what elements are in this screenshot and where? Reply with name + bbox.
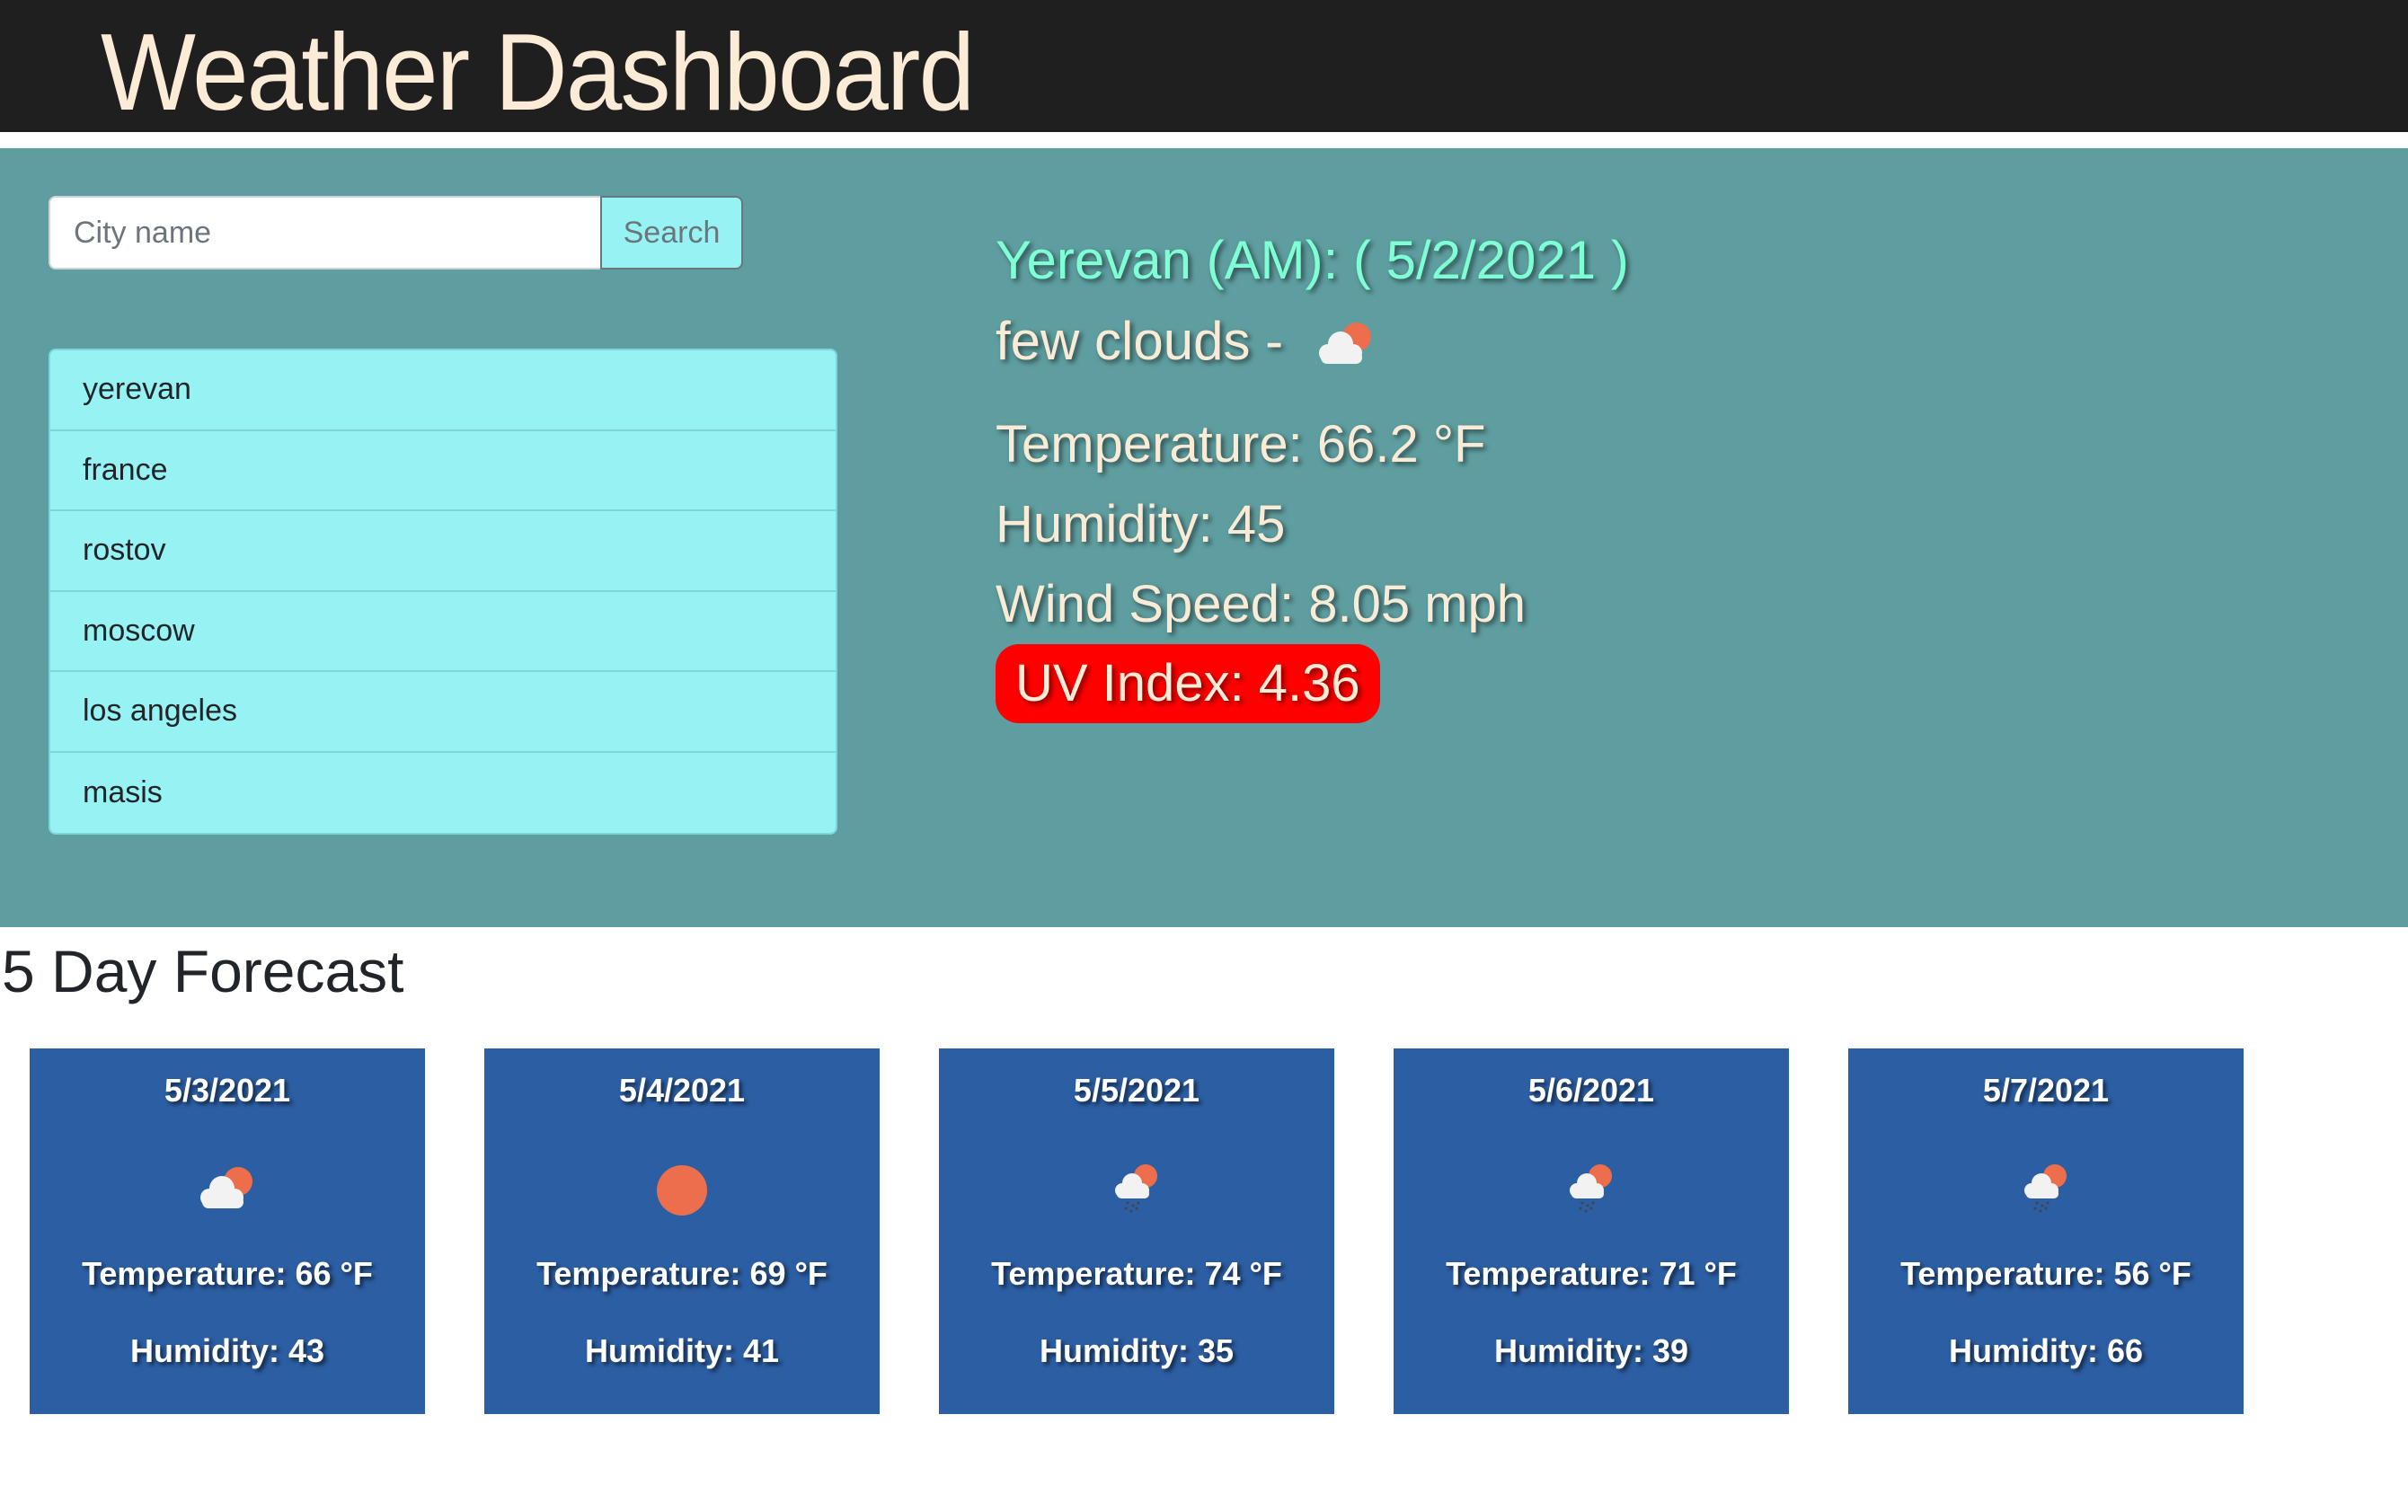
app-header: Weather Dashboard [0, 0, 2408, 133]
light-rain-icon [1555, 1156, 1627, 1219]
main-panel: Search yerevan france rostov moscow los … [0, 148, 2408, 927]
forecast-card: 5/6/2021 Temperature: 71 °F Humidity: 39 [1394, 1048, 1789, 1414]
city-heading: Yerevan (AM): ( 5/2/2021 ) [996, 230, 1629, 290]
condition-line: few clouds - [996, 310, 1629, 404]
forecast-temperature: Temperature: 71 °F [1446, 1255, 1737, 1292]
forecast-date: 5/3/2021 [164, 1072, 291, 1109]
forecast-date: 5/6/2021 [1527, 1072, 1655, 1109]
history-item[interactable]: rostov [50, 511, 836, 592]
forecast-humidity: Humidity: 43 [129, 1332, 325, 1369]
forecast-temperature: Temperature: 66 °F [82, 1255, 373, 1292]
search-button[interactable]: Search [600, 196, 743, 270]
current-wind-speed: Wind Speed: 8.05 mph [996, 575, 1527, 633]
forecast-temperature: Temperature: 69 °F [536, 1255, 828, 1292]
current-weather: Yerevan (AM): ( 5/2/2021 ) few clouds - … [996, 229, 1629, 723]
forecast-humidity: Humidity: 41 [584, 1332, 780, 1369]
light-rain-icon [1101, 1156, 1173, 1219]
history-item[interactable]: masis [50, 753, 836, 834]
forecast-date: 5/5/2021 [1073, 1072, 1200, 1109]
history-item[interactable]: los angeles [50, 672, 836, 753]
uv-index-badge: UV Index: 4.36 [996, 644, 1380, 723]
current-humidity: Humidity: 45 [996, 495, 1286, 553]
forecast-card: 5/3/2021 Temperature: 66 °F Humidity: 43 [30, 1048, 425, 1414]
forecast-heading: 5 Day Forecast [2, 938, 404, 1004]
forecast-humidity: Humidity: 66 [1948, 1332, 2144, 1369]
history-item[interactable]: moscow [50, 592, 836, 672]
condition-text: few clouds - [996, 311, 1284, 371]
light-rain-icon [2010, 1156, 2082, 1219]
clear-sky-icon [646, 1156, 718, 1219]
few-clouds-icon [191, 1156, 263, 1219]
few-clouds-icon [1310, 317, 1382, 371]
search-history-list: yerevan france rostov moscow los angeles… [49, 349, 837, 835]
history-item[interactable]: yerevan [50, 350, 836, 431]
forecast-date: 5/7/2021 [1982, 1072, 2110, 1109]
forecast-cards: 5/3/2021 Temperature: 66 °F Humidity: 43… [30, 1048, 2244, 1414]
forecast-card: 5/4/2021 Temperature: 69 °F Humidity: 41 [484, 1048, 880, 1414]
current-temperature: Temperature: 66.2 °F [996, 415, 1486, 473]
forecast-card: 5/5/2021 Temperature: 74 °F Humidity: 35 [939, 1048, 1334, 1414]
city-search-input[interactable] [49, 196, 600, 270]
forecast-card: 5/7/2021 Temperature: 56 °F Humidity: 66 [1848, 1048, 2244, 1414]
page-title: Weather Dashboard [101, 11, 975, 133]
search-form: Search [49, 196, 743, 270]
forecast-date: 5/4/2021 [618, 1072, 746, 1109]
forecast-humidity: Humidity: 35 [1039, 1332, 1235, 1369]
history-item[interactable]: france [50, 431, 836, 511]
forecast-temperature: Temperature: 56 °F [1900, 1255, 2191, 1292]
forecast-temperature: Temperature: 74 °F [991, 1255, 1282, 1292]
forecast-humidity: Humidity: 39 [1493, 1332, 1689, 1369]
